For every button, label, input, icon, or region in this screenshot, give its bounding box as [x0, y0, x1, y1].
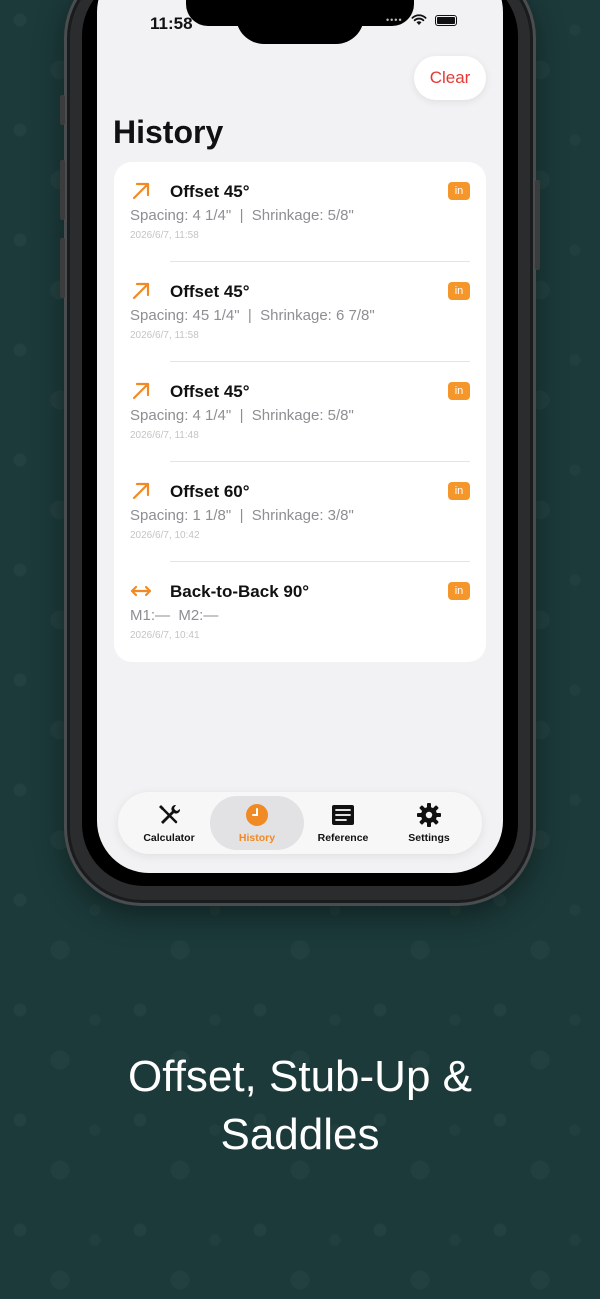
history-item-title: Offset 45°: [170, 182, 250, 201]
history-item-detail: Spacing: 1 1/8" | Shrinkage: 3/8": [130, 507, 354, 524]
wifi-icon: [411, 14, 427, 25]
history-item[interactable]: Offset 45° in Spacing: 4 1/4" | Shrinkag…: [114, 162, 486, 262]
history-item-timestamp: 2026/6/7, 11:58: [130, 330, 199, 341]
history-item[interactable]: Offset 45° in Spacing: 4 1/4" | Shrinkag…: [114, 362, 486, 462]
unit-badge: in: [448, 582, 470, 600]
unit-badge: in: [448, 282, 470, 300]
tab-label: History: [238, 832, 276, 844]
status-time: 11:58: [150, 14, 193, 33]
history-item[interactable]: Offset 60° in Spacing: 1 1/8" | Shrinkag…: [114, 462, 486, 562]
clear-button[interactable]: Clear: [414, 56, 486, 100]
arrow-up-right-icon: [132, 282, 150, 300]
unit-badge: in: [448, 382, 470, 400]
history-item-detail: Spacing: 45 1/4" | Shrinkage: 6 7/8": [130, 307, 375, 324]
history-item-title: Back-to-Back 90°: [170, 582, 310, 601]
history-list: Offset 45° in Spacing: 4 1/4" | Shrinkag…: [114, 162, 486, 662]
tab-reference[interactable]: Reference: [296, 796, 390, 850]
tab-label: Reference: [317, 832, 369, 844]
volume-up-button: [60, 160, 65, 220]
signal-icon: ••••: [386, 15, 403, 25]
history-item-title: Offset 45°: [170, 282, 250, 301]
gear-icon: [417, 803, 441, 827]
history-item-detail: Spacing: 4 1/4" | Shrinkage: 5/8": [130, 407, 354, 424]
arrow-up-right-icon: [132, 482, 150, 500]
page-title: History: [113, 114, 224, 150]
history-item[interactable]: Back-to-Back 90° in M1:— M2:— 2026/6/7, …: [114, 562, 486, 662]
marketing-caption: Offset, Stub-Up & Saddles: [0, 1048, 600, 1164]
history-item-timestamp: 2026/6/7, 11:48: [130, 430, 199, 441]
unit-badge: in: [448, 182, 470, 200]
status-icons: ••••: [386, 14, 457, 26]
tab-calculator[interactable]: Calculator: [122, 796, 216, 850]
unit-badge: in: [448, 482, 470, 500]
tab-history[interactable]: History: [210, 796, 304, 850]
list-icon: [332, 805, 354, 825]
tab-label: Settings: [408, 832, 450, 844]
history-item-timestamp: 2026/6/7, 10:41: [130, 630, 200, 641]
tab-settings[interactable]: Settings: [382, 796, 476, 850]
tab-bar: Calculator History Reference Settings: [118, 792, 482, 854]
left-right-arrow-icon: [130, 585, 152, 597]
history-item-detail: Spacing: 4 1/4" | Shrinkage: 5/8": [130, 207, 354, 224]
clock-icon: [246, 804, 268, 826]
arrow-up-right-icon: [132, 182, 150, 200]
caption-line-2: Saddles: [220, 1110, 380, 1159]
history-item-title: Offset 60°: [170, 482, 250, 501]
dynamic-island-lower: [236, 0, 364, 44]
side-button: [60, 95, 65, 125]
history-item-timestamp: 2026/6/7, 11:58: [130, 230, 199, 241]
history-item-timestamp: 2026/6/7, 10:42: [130, 530, 200, 541]
battery-icon: [434, 14, 457, 26]
power-button: [535, 180, 540, 270]
arrow-up-right-icon: [132, 382, 150, 400]
tab-label: Calculator: [143, 832, 195, 844]
history-item[interactable]: Offset 45° in Spacing: 45 1/4" | Shrinka…: [114, 262, 486, 362]
wrench-screwdriver-icon: [159, 804, 181, 824]
caption-line-1: Offset, Stub-Up &: [127, 1052, 472, 1101]
history-item-title: Offset 45°: [170, 382, 250, 401]
history-item-detail: M1:— M2:—: [130, 607, 219, 624]
volume-down-button: [60, 238, 65, 298]
